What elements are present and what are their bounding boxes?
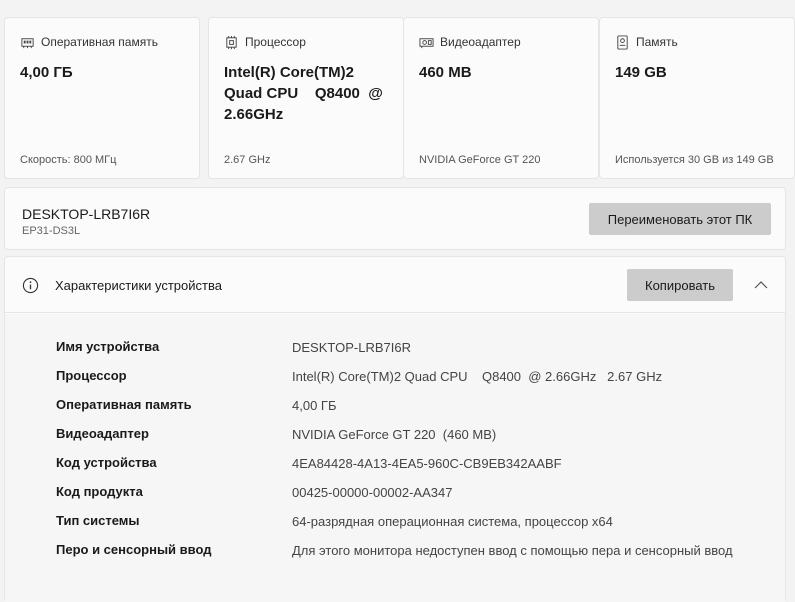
card-value: 4,00 ГБ <box>20 64 73 81</box>
spec-label: Видеоадаптер <box>56 426 149 441</box>
spec-row: Перо и сенсорный ввод Для этого монитора… <box>5 542 785 582</box>
card-gpu: Видеоадаптер 460 MB NVIDIA GeForce GT 22… <box>403 17 599 179</box>
info-icon <box>22 277 39 294</box>
cpu-icon <box>224 35 239 50</box>
spec-row: Имя устройства DESKTOP-LRB7I6R <box>5 339 785 368</box>
card-value: 149 GB <box>615 64 667 81</box>
spec-label: Перо и сенсорный ввод <box>56 542 212 557</box>
device-name: DESKTOP-LRB7I6R <box>22 206 151 222</box>
rename-pc-button[interactable]: Переименовать этот ПК <box>589 203 771 235</box>
storage-icon <box>615 34 630 50</box>
card-cpu: Процессор Intel(R) Core(TM)2 Quad CPU Q8… <box>208 17 404 179</box>
spec-row: Видеоадаптер NVIDIA GeForce GT 220 (460 … <box>5 426 785 455</box>
spec-label: Код продукта <box>56 484 143 499</box>
device-model: EP31-DS3L <box>22 225 81 237</box>
card-storage: Память 149 GB Используется 30 GB из 149 … <box>599 17 795 179</box>
chevron-up-icon[interactable] <box>753 277 769 293</box>
card-detail: Используется 30 GB из 149 GB <box>615 154 774 166</box>
card-detail: Скорость: 800 МГц <box>20 154 117 166</box>
spec-row: Процессор Intel(R) Core(TM)2 Quad CPU Q8… <box>5 368 785 397</box>
specifications-title: Характеристики устройства <box>55 278 222 293</box>
spec-value: NVIDIA GeForce GT 220 (460 MB) <box>292 427 497 442</box>
device-specifications-panel: Характеристики устройства Копировать Имя… <box>4 256 786 602</box>
card-value: 460 MB <box>419 64 472 81</box>
spec-label: Оперативная память <box>56 397 192 412</box>
spec-row: Код продукта 00425-00000-00002-AA347 <box>5 484 785 513</box>
card-detail: 2.67 GHz <box>224 154 271 166</box>
spec-value: Для этого монитора недоступен ввод с пом… <box>292 543 733 558</box>
spec-value: DESKTOP-LRB7I6R <box>292 340 411 355</box>
spec-value: Intel(R) Core(TM)2 Quad CPU Q8400 @ 2.66… <box>292 369 663 384</box>
spec-value: 00425-00000-00002-AA347 <box>292 485 453 500</box>
hardware-summary-cards: Оперативная память 4,00 ГБ Скорость: 800… <box>4 17 795 179</box>
spec-label: Имя устройства <box>56 339 160 354</box>
card-detail: NVIDIA GeForce GT 220 <box>419 154 541 166</box>
spec-label: Тип системы <box>56 513 140 528</box>
spec-row: Тип системы 64-разрядная операционная си… <box>5 513 785 542</box>
specifications-list: Имя устройства DESKTOP-LRB7I6R Процессор… <box>5 314 785 602</box>
ram-icon <box>20 35 35 50</box>
specifications-header[interactable]: Характеристики устройства Копировать <box>5 257 785 313</box>
spec-label: Код устройства <box>56 455 157 470</box>
card-title: Процессор <box>245 35 306 49</box>
spec-row: Оперативная память 4,00 ГБ <box>5 397 785 426</box>
gpu-icon <box>419 35 434 50</box>
spec-value: 4,00 ГБ <box>292 398 337 413</box>
spec-label: Процессор <box>56 368 127 383</box>
spec-value: 64-разрядная операционная система, проце… <box>292 514 613 529</box>
copy-button[interactable]: Копировать <box>627 269 733 301</box>
card-value: Intel(R) Core(TM)2 Quad CPU Q8400 @ 2.66… <box>224 64 388 123</box>
card-ram: Оперативная память 4,00 ГБ Скорость: 800… <box>4 17 200 179</box>
spec-row: Код устройства 4EA84428-4A13-4EA5-960C-C… <box>5 455 785 484</box>
card-title: Память <box>636 35 678 49</box>
device-name-panel: DESKTOP-LRB7I6R EP31-DS3L Переименовать … <box>4 187 786 250</box>
card-title: Оперативная память <box>41 35 158 49</box>
spec-value: 4EA84428-4A13-4EA5-960C-CB9EB342AABF <box>292 456 562 471</box>
card-title: Видеоадаптер <box>440 35 521 49</box>
